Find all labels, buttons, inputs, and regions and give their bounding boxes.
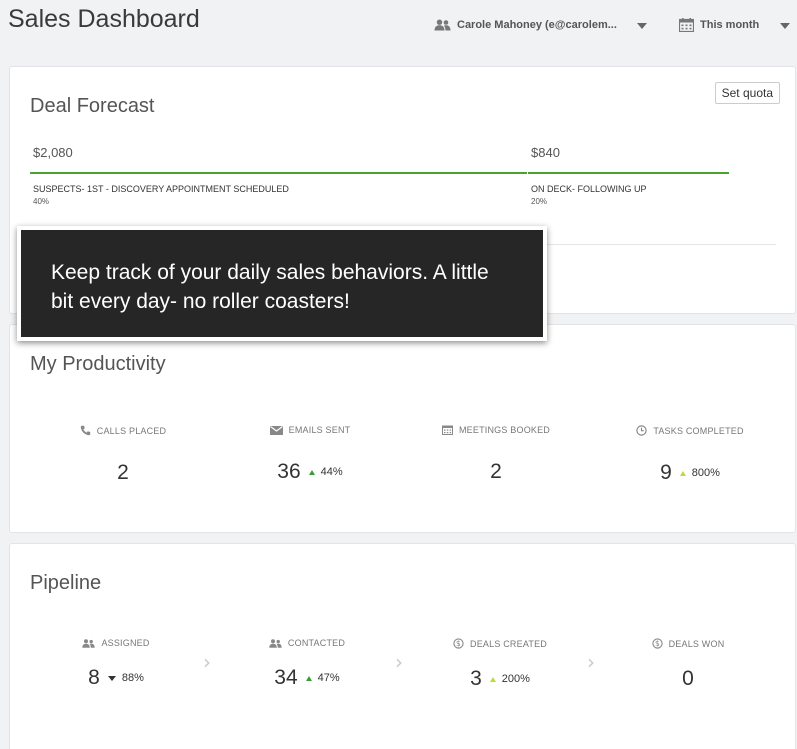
clock-icon [636,425,648,436]
forecast-amount: $840 [531,145,560,160]
pipeline-card: Pipeline ASSIGNED 8 88% › CONTACTED 34 4… [9,543,796,749]
users-icon [434,19,451,31]
forecast-stage-percent: 20% [531,197,548,206]
forecast-bar [528,172,729,174]
stage-label: DEALS CREATED [470,638,547,649]
metric-delta: 800% [679,467,720,479]
forecast-stage-percent: 40% [33,197,50,206]
users-icon [82,638,96,648]
stage-value: 34 [274,666,298,689]
user-selector-label: Carole Mahoney (e@carolem... [457,19,617,31]
svg-text:$: $ [655,639,660,648]
forecast-segment[interactable]: $2,080 SUSPECTS- 1ST - DISCOVERY APPOINT… [30,145,527,206]
svg-text:$: $ [456,639,461,648]
set-quota-button[interactable]: Set quota [714,82,780,104]
stage-delta-value: 88% [121,672,144,684]
forecast-stage-name: ON DECK- FOLLOWING UP [531,184,647,194]
trend-up-icon [679,470,686,476]
metric-delta: 44% [308,466,343,478]
stage-label: CONTACTED [287,638,346,648]
phone-icon [80,425,91,436]
stage-label: DEALS WON [668,638,725,649]
metric-value: 2 [117,461,129,484]
user-selector[interactable]: Carole Mahoney (e@carolem... [434,16,617,34]
trend-up-icon [305,675,312,681]
forecast-stage-name: SUSPECTS- 1ST - DISCOVERY APPOINTMENT SC… [33,184,289,194]
metric-meetings-booked[interactable]: MEETINGS BOOKED 2 [396,425,596,484]
metric-delta-value: 800% [691,467,720,479]
onboarding-tooltip[interactable]: Keep track of your daily sales behaviors… [17,226,547,341]
pipeline-stage-deals-won[interactable]: $ DEALS WON 0 [588,638,788,691]
users-icon [269,638,282,648]
forecast-segment[interactable]: $840 ON DECK- FOLLOWING UP 20% [528,145,729,206]
pipeline-stage-contacted[interactable]: CONTACTED 34 47% [207,638,407,690]
stage-label: ASSIGNED [101,638,150,648]
stage-value: 8 [88,666,100,689]
metric-delta-value: 44% [320,466,343,478]
metric-label: MEETINGS BOOKED [458,425,550,435]
productivity-title: My Productivity [30,353,166,375]
stage-delta: 88% [107,672,144,684]
metric-emails-sent[interactable]: EMAILS SENT 36 44% [210,425,410,484]
dollar-circle-icon: $ [651,638,663,649]
metric-tasks-completed[interactable]: TASKS COMPLETED 9 800% [590,425,790,485]
stage-delta-value: 200% [501,673,530,685]
metric-value: 2 [490,460,502,483]
stage-value: 0 [682,667,694,690]
productivity-card: My Productivity CALLS PLACED 2 EMAILS SE… [9,324,796,533]
period-selector-label: This month [700,19,760,31]
metric-value: 36 [277,460,301,483]
forecast-amount: $2,080 [33,145,73,160]
stage-value: 3 [470,667,482,690]
tooltip-text: Keep track of your daily sales behaviors… [21,230,543,337]
metric-label: CALLS PLACED [96,425,167,436]
calendar-icon [441,425,453,435]
trend-up-icon [489,676,496,682]
page-title: Sales Dashboard [8,5,200,33]
dashboard-header: Sales Dashboard Carole Mahoney (e@carole… [0,0,797,60]
pipeline-title: Pipeline [30,572,102,594]
stage-delta-value: 47% [317,672,340,684]
trend-up-icon [308,469,315,475]
dollar-circle-icon: $ [453,638,464,649]
deal-forecast-title: Deal Forecast [30,95,155,117]
calendar-icon [679,18,694,32]
forecast-bar [30,172,527,174]
chevron-down-icon[interactable] [780,23,790,29]
metric-calls-placed[interactable]: CALLS PLACED 2 [23,425,223,485]
envelope-icon [269,425,283,435]
stage-delta: 47% [305,672,340,684]
stage-delta: 200% [489,673,530,685]
metric-label: EMAILS SENT [288,425,351,435]
period-selector[interactable]: This month [679,16,759,34]
pipeline-stage-assigned[interactable]: ASSIGNED 8 88% [16,638,216,690]
metric-value: 9 [660,461,672,484]
chevron-down-icon[interactable] [637,23,647,29]
pipeline-stage-deals-created[interactable]: $ DEALS CREATED 3 200% [400,638,600,691]
trend-down-icon [107,675,116,681]
metric-label: TASKS COMPLETED [653,425,744,436]
